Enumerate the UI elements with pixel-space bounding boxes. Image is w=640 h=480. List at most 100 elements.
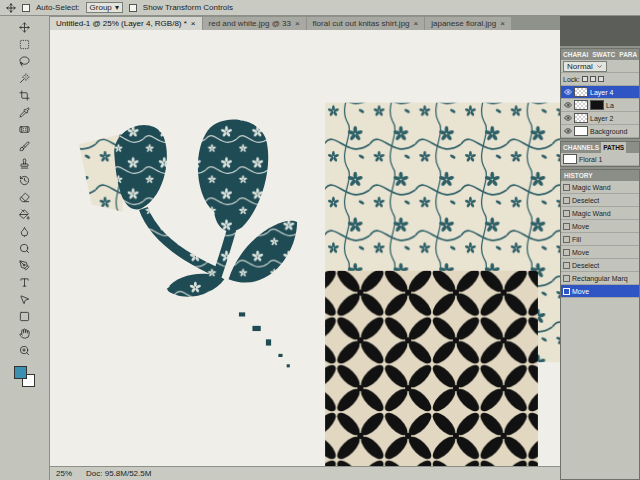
visibility-toggle[interactable] bbox=[563, 88, 572, 96]
history-state[interactable]: Deselect bbox=[561, 259, 639, 272]
lock-pixels-icon[interactable] bbox=[590, 76, 596, 82]
tool-button[interactable] bbox=[15, 190, 35, 205]
tab-close-button[interactable]: × bbox=[500, 19, 505, 28]
tool-button[interactable] bbox=[15, 139, 35, 154]
auto-select-label: Auto-Select: bbox=[36, 3, 80, 12]
tool-icon bbox=[19, 192, 30, 203]
visibility-toggle[interactable] bbox=[563, 101, 572, 109]
history-state-icon bbox=[563, 210, 570, 217]
document-tab[interactable]: red and white.jpg @ 33× bbox=[203, 17, 306, 30]
tool-button[interactable] bbox=[15, 309, 35, 324]
history-state-icon bbox=[563, 236, 570, 243]
tool-button[interactable] bbox=[15, 292, 35, 307]
tool-button[interactable] bbox=[15, 326, 35, 341]
quatrefoil-pattern-swatch bbox=[325, 271, 538, 466]
tool-button[interactable] bbox=[15, 71, 35, 86]
transform-checkbox[interactable] bbox=[129, 4, 137, 12]
auto-select-checkbox[interactable] bbox=[22, 4, 30, 12]
tool-panel bbox=[0, 16, 50, 480]
move-tool-icon[interactable] bbox=[6, 3, 16, 13]
history-state-icon bbox=[563, 262, 570, 269]
tool-button[interactable] bbox=[15, 156, 35, 171]
history-state-icon bbox=[563, 184, 570, 191]
tool-button[interactable] bbox=[15, 105, 35, 120]
tool-icon bbox=[19, 260, 30, 271]
layer-row[interactable]: Layer 2 bbox=[561, 112, 639, 125]
path-thumbnail bbox=[563, 154, 577, 164]
panel-dock: CHARAISWATCPARANormalLock:Layer 4LaLayer… bbox=[560, 16, 640, 480]
dropdown-arrow: ▾ bbox=[115, 3, 119, 12]
history-state[interactable]: Rectangular Marq bbox=[561, 272, 639, 285]
history-state[interactable]: Magic Wand bbox=[561, 207, 639, 220]
canvas-artwork bbox=[50, 30, 560, 466]
tool-icon bbox=[19, 73, 30, 84]
tool-button[interactable] bbox=[15, 20, 35, 35]
transform-label: Show Transform Controls bbox=[143, 3, 233, 12]
tool-icon bbox=[19, 90, 30, 101]
blend-mode-row: Normal bbox=[561, 60, 639, 73]
layers-panel: CHARAISWATCPARANormalLock:Layer 4LaLayer… bbox=[560, 48, 640, 139]
visibility-toggle[interactable] bbox=[563, 114, 572, 122]
document-tab[interactable]: japanese floral.jpg× bbox=[425, 17, 511, 30]
layer-row[interactable]: La bbox=[561, 99, 639, 112]
flower-cutout bbox=[79, 120, 297, 368]
history-state-icon bbox=[563, 275, 570, 282]
tool-button[interactable] bbox=[15, 37, 35, 52]
tool-button[interactable] bbox=[15, 54, 35, 69]
zoom-level[interactable]: 25% bbox=[56, 469, 72, 478]
lock-position-icon[interactable] bbox=[598, 76, 604, 82]
tool-button[interactable] bbox=[15, 207, 35, 222]
panel-tab[interactable]: CHANNELS bbox=[561, 142, 601, 153]
panel-tab[interactable]: CHARAI bbox=[561, 49, 590, 60]
blend-mode-dropdown[interactable]: Normal bbox=[563, 61, 607, 72]
path-row[interactable]: Floral 1 bbox=[561, 153, 639, 166]
layer-row[interactable]: Background bbox=[561, 125, 639, 138]
panel-tab[interactable]: PARA bbox=[617, 49, 639, 60]
foreground-color[interactable] bbox=[14, 366, 27, 379]
history-state[interactable]: Deselect bbox=[561, 194, 639, 207]
tool-icon bbox=[19, 39, 30, 50]
document-canvas[interactable] bbox=[50, 30, 560, 466]
eye-icon bbox=[564, 114, 572, 122]
lock-transparency-icon[interactable] bbox=[582, 76, 588, 82]
tool-button[interactable] bbox=[15, 224, 35, 239]
tool-icon bbox=[19, 294, 30, 305]
history-state-icon bbox=[563, 223, 570, 230]
tool-button[interactable] bbox=[15, 88, 35, 103]
tool-icon bbox=[19, 175, 30, 186]
history-state[interactable]: Magic Wand bbox=[561, 181, 639, 194]
tool-icon bbox=[19, 124, 30, 135]
document-tab[interactable]: floral cut out knitas shirt.jpg× bbox=[307, 17, 425, 30]
document-tab[interactable]: Untitled-1 @ 25% (Layer 4, RGB/8) *× bbox=[50, 17, 202, 30]
tool-button[interactable] bbox=[15, 122, 35, 137]
tool-icon bbox=[19, 56, 30, 67]
tab-close-button[interactable]: × bbox=[191, 19, 196, 28]
history-state[interactable]: Move bbox=[561, 220, 639, 233]
tool-icon bbox=[19, 158, 30, 169]
tool-button[interactable] bbox=[15, 343, 35, 358]
tool-button[interactable] bbox=[15, 173, 35, 188]
tool-button[interactable] bbox=[15, 258, 35, 273]
tab-close-button[interactable]: × bbox=[295, 19, 300, 28]
layer-mask-thumbnail bbox=[590, 100, 604, 110]
color-swatches[interactable] bbox=[14, 366, 36, 388]
tool-button[interactable] bbox=[15, 241, 35, 256]
history-state[interactable]: Move bbox=[561, 285, 639, 298]
visibility-toggle[interactable] bbox=[563, 127, 572, 135]
layer-row[interactable]: Layer 4 bbox=[561, 86, 639, 99]
panel-tab[interactable]: SWATC bbox=[590, 49, 617, 60]
eye-icon bbox=[564, 88, 572, 96]
tool-icon bbox=[19, 226, 30, 237]
history-state-icon bbox=[563, 249, 570, 256]
tool-button[interactable] bbox=[15, 275, 35, 290]
history-state[interactable]: Fill bbox=[561, 233, 639, 246]
tool-icon bbox=[19, 311, 30, 322]
history-state[interactable]: Move bbox=[561, 246, 639, 259]
tool-icon bbox=[19, 22, 30, 33]
panel-tab[interactable]: PATHS bbox=[601, 142, 626, 153]
workspace: Untitled-1 @ 25% (Layer 4, RGB/8) *×red … bbox=[0, 16, 640, 480]
auto-select-dropdown[interactable]: Group▾ bbox=[86, 2, 123, 13]
tool-icon bbox=[19, 345, 30, 356]
tab-close-button[interactable]: × bbox=[414, 19, 419, 28]
document-size: Doc: 95.8M/52.5M bbox=[86, 469, 151, 478]
